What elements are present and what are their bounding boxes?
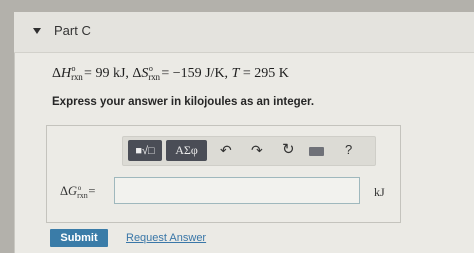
standard-superscript: o [77, 184, 82, 192]
entropy-value: = −159 J/K, [161, 66, 229, 81]
templates-button[interactable]: ■√□ [128, 140, 162, 161]
standard-superscript: o [71, 64, 76, 73]
instruction-text: Express your answer in kilojoules as an … [52, 96, 315, 108]
equals-sign: = [88, 184, 96, 198]
request-answer-link[interactable]: Request Answer [126, 232, 206, 244]
gibbs-symbol: G [68, 184, 78, 198]
unit-label: kJ [374, 185, 385, 199]
greek-symbols-button[interactable]: ΑΣφ [166, 140, 207, 161]
reset-icon[interactable]: ↻ [282, 142, 295, 158]
rxn-subscript: rxn [77, 191, 88, 200]
collapse-caret-icon[interactable] [33, 28, 41, 34]
delta-symbol: Δ [52, 66, 62, 81]
help-icon[interactable]: ? [345, 142, 352, 158]
enthalpy-value: = 99 kJ, [84, 66, 129, 81]
submit-button[interactable]: Submit [50, 229, 108, 247]
keyboard-icon[interactable] [309, 147, 324, 156]
given-values: ΔHrxno = 99 kJ, ΔSrxno = −159 J/K, T = 2… [52, 64, 289, 82]
delta-symbol: Δ [60, 184, 69, 198]
temperature-symbol: T [231, 66, 240, 81]
answer-input[interactable] [114, 177, 360, 204]
part-title: Part C [54, 23, 91, 38]
rxn-subscript: rxn [148, 72, 160, 82]
standard-superscript: o [148, 64, 153, 73]
temperature-value: = 295 K [242, 66, 289, 81]
enthalpy-symbol: H [61, 66, 72, 81]
undo-icon[interactable]: ↶ [220, 142, 232, 158]
rxn-subscript: rxn [71, 72, 83, 82]
redo-icon[interactable]: ↷ [251, 142, 263, 158]
answer-label: ΔGrxno = [60, 184, 96, 200]
